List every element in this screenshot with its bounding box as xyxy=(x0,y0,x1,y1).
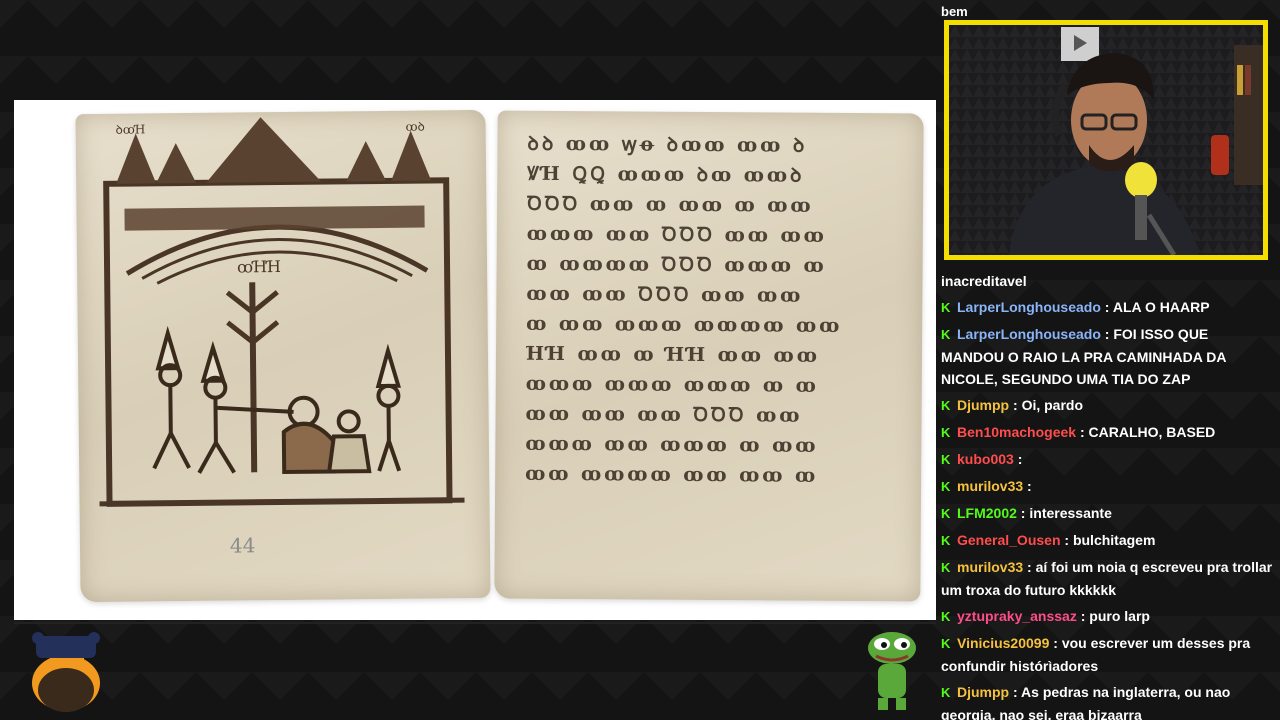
chat-message: Kyztupraky_anssaz : puro larp xyxy=(941,605,1273,628)
chat-username[interactable]: Ben10machogeek xyxy=(957,424,1076,440)
chat-message: Kmurilov33 : xyxy=(941,475,1273,498)
kick-badge-icon: K xyxy=(941,533,951,548)
manuscript-illustration: ꝺꝏꞪ ꝏꝺ ꝏꞪꞪ 44 xyxy=(99,117,465,558)
chat-message: Kkubo003 : xyxy=(941,448,1273,471)
chat-message: K General_Ousen : bulchitagem xyxy=(941,529,1273,552)
manuscript-photo: ꝺꝏꞪ ꝏꝺ ꝏꞪꞪ 44 ꝺꝺ ꝏꝏ ꝡꝋ ꝺꝏꝏ ꝏꝏ ꝺ ꝞꞪ ꝖꝖ ꝏꝏ… xyxy=(22,108,928,612)
kick-badge-icon: K xyxy=(941,685,951,700)
chat-message: K LFM2002 : interessante xyxy=(941,502,1273,525)
cipher-line: ꝞꞪ ꝖꝖ ꝏꝏꝏ ꝺꝏ ꝏꝏꝺ xyxy=(527,162,805,187)
kick-badge-icon: K xyxy=(941,479,951,494)
stream-content-image: ꝺꝏꞪ ꝏꝺ ꝏꞪꞪ 44 ꝺꝺ ꝏꝏ ꝡꝋ ꝺꝏꝏ ꝏꝏ ꝺ ꝞꞪ ꝖꝖ ꝏꝏ… xyxy=(14,100,936,620)
chat-text: Oi, pardo xyxy=(1021,397,1084,413)
kick-badge-icon: K xyxy=(941,300,951,315)
kick-badge-icon: K xyxy=(941,398,951,413)
chat-username[interactable]: Djumpp xyxy=(957,684,1009,700)
chat-separator: : xyxy=(1100,326,1114,342)
chat-separator: : xyxy=(1076,608,1090,624)
chat-text: interessante xyxy=(1029,505,1112,521)
pepe-frog-icon xyxy=(864,628,920,712)
kick-badge-icon: K xyxy=(941,506,951,521)
chat-message: K Djumpp : As pedras na inglaterra, ou na… xyxy=(941,681,1273,720)
chat-separator: : xyxy=(1016,505,1030,521)
chat-username[interactable]: kubo003 xyxy=(957,451,1014,467)
chat-panel[interactable]: inacreditavel K LarperLonghouseado : ALA O… xyxy=(941,270,1273,720)
chat-separator: : xyxy=(1009,397,1022,413)
chat-username[interactable]: murilov33 xyxy=(957,478,1023,494)
chat-username[interactable]: LarperLonghouseado xyxy=(957,299,1101,315)
kick-badge-icon: K xyxy=(941,425,951,440)
cipher-line: ꝏ ꝏꝏꝏꝏ ꝹꝹꝹ ꝏꝏꝏ ꝏ xyxy=(526,252,827,277)
kick-badge-icon: K xyxy=(941,452,951,467)
kick-badge-icon: K xyxy=(941,560,951,575)
chat-text: puro larp xyxy=(1089,608,1150,624)
cipher-line: ꝏꝏꝏ ꝏꝏꝏ ꝏꝏꝏ ꝏ ꝏ xyxy=(525,372,819,397)
chat-username[interactable]: Djumpp xyxy=(957,397,1009,413)
cipher-line: ꝹꝹꝹ ꝏꝏ ꝏ ꝏꝏ ꝏ ꝏꝏ xyxy=(526,192,814,217)
streamer-webcam-feed xyxy=(949,25,1263,255)
svg-text:ꝏꝺ: ꝏꝺ xyxy=(406,120,425,134)
cipher-line: ꝏꝏ ꝏꝏ ꝹꝹꝹ ꝏꝏ ꝏꝏ xyxy=(526,282,804,307)
chat-username[interactable]: yztupraky_anssaz xyxy=(957,608,1077,624)
chat-text: inacreditavel xyxy=(941,273,1027,289)
chat-separator: : xyxy=(1060,532,1073,548)
chat-separator: : xyxy=(1023,478,1032,494)
svg-text:44: 44 xyxy=(230,533,256,557)
chat-message: Kmurilov33 : aí foi um noia q escreveu p… xyxy=(941,556,1273,601)
cipher-line: ꝏꝏ ꝏꝏꝏꝏ ꝏꝏ ꝏꝏ ꝏ xyxy=(525,462,819,487)
chat-message: inacreditavel xyxy=(941,270,1273,292)
chat-username[interactable]: LarperLonghouseado xyxy=(957,326,1101,342)
cipher-line: ꝏ ꝏꝏ ꝏꝏꝏ ꝏꝏꝏꝏ ꝏꝏ xyxy=(526,312,843,337)
cipher-line: ꝏꝏꝏ ꝏꝏ ꝏꝏꝏ ꝏ ꝏꝏ xyxy=(525,432,819,457)
webcam-overlay xyxy=(944,20,1268,260)
divider xyxy=(14,622,936,624)
chat-text: CARALHO, BASED xyxy=(1088,424,1216,440)
chat-message: K Djumpp : Oi, pardo xyxy=(941,394,1273,417)
chat-message: K Vinicius20099 : vou escrever um desses … xyxy=(941,632,1273,677)
chat-separator: : xyxy=(1013,451,1023,467)
chat-username[interactable]: LFM2002 xyxy=(957,505,1017,521)
chat-separator: : xyxy=(1100,299,1113,315)
kick-badge-icon: K xyxy=(941,609,951,624)
cipher-text-block: ꝺꝺ ꝏꝏ ꝡꝋ ꝺꝏꝏ ꝏꝏ ꝺ ꝞꞪ ꝖꝖ ꝏꝏꝏ ꝺꝏ ꝏꝏꝺ ꝹꝹꝹ ꝏꝏ … xyxy=(525,129,894,492)
chat-separator: : xyxy=(1023,559,1036,575)
chat-message: K LarperLonghouseado : FOI ISSO QUE MANDO… xyxy=(941,323,1273,390)
chat-username[interactable]: General_Ousen xyxy=(957,532,1061,548)
chat-message: K LarperLonghouseado : ALA O HAARP xyxy=(941,296,1273,319)
svg-text:ꝏꞪꞪ: ꝏꞪꞪ xyxy=(237,257,281,276)
chat-separator: : xyxy=(1076,424,1089,440)
chat-text: bulchitagem xyxy=(1072,532,1156,548)
cipher-line: ꝏꝏꝏ ꝏꝏ ꝹꝹꝹ ꝏꝏ ꝏꝏ xyxy=(526,222,827,247)
cipher-line: ꝺꝺ ꝏꝏ ꝡꝋ ꝺꝏꝏ ꝏꝏ ꝺ xyxy=(527,132,808,157)
chat-text: ALA O HAARP xyxy=(1112,299,1210,315)
cipher-line: ꞪꞪ ꝏꝏ ꝏ ꞪꞪ ꝏꝏ ꝏꝏ xyxy=(525,342,820,367)
kick-badge-icon: K xyxy=(941,327,951,342)
chat-separator: : xyxy=(1049,635,1062,651)
kick-badge-icon: K xyxy=(941,636,951,651)
manuscript-right-page: ꝺꝺ ꝏꝏ ꝡꝋ ꝺꝏꝏ ꝏꝏ ꝺ ꝞꞪ ꝖꝖ ꝏꝏꝏ ꝺꝏ ꝏꝏꝺ ꝹꝹꝹ ꝏꝏ … xyxy=(494,110,924,602)
chat-username[interactable]: murilov33 xyxy=(957,559,1023,575)
chat-fragment-top: bem xyxy=(941,4,968,19)
chat-message: K Ben10machogeek : CARALHO, BASED xyxy=(941,421,1273,444)
chat-username[interactable]: Vinicius20099 xyxy=(957,635,1049,651)
cipher-line: ꝏꝏ ꝏꝏ ꝏꝏ ꝹꝹꝹ ꝏꝏ xyxy=(525,402,803,427)
manuscript-left-page: ꝺꝏꞪ ꝏꝺ ꝏꞪꞪ 44 xyxy=(75,109,491,603)
chat-separator: : xyxy=(1009,684,1022,700)
svg-text:ꝺꝏꞪ: ꝺꝏꞪ xyxy=(116,122,146,136)
streamer-mascot-icon xyxy=(26,628,106,712)
